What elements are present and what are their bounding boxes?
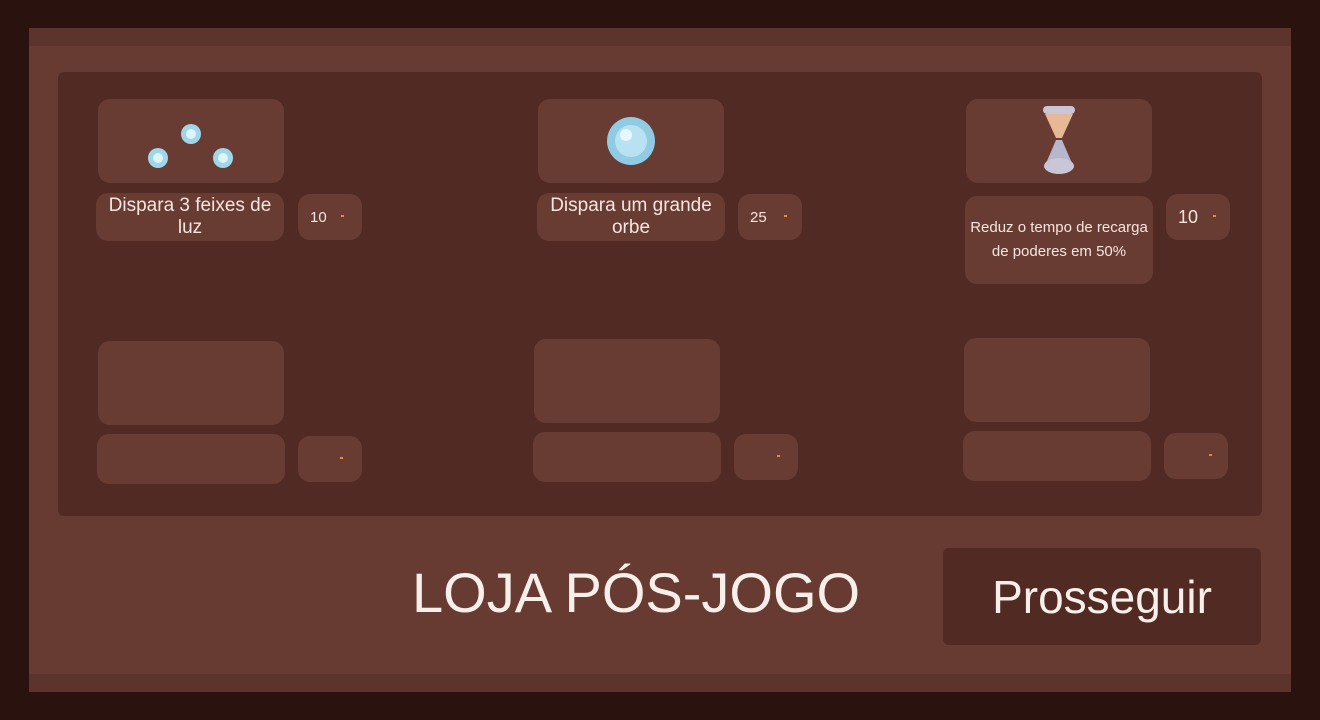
item-5-description-card — [533, 432, 721, 482]
item-6-buy-button[interactable] — [1164, 433, 1228, 479]
item-3-description: Reduz o tempo de recarga de poderes em 5… — [970, 219, 1148, 260]
item-2-icon-card[interactable] — [538, 99, 724, 183]
item-6-icon-card[interactable] — [964, 338, 1150, 422]
continue-button-label: Prosseguir — [992, 570, 1212, 623]
item-3-description-card: Reduz o tempo de recarga de poderes em 5… — [965, 196, 1153, 284]
coin-icon — [777, 455, 780, 457]
coin-icon — [1213, 215, 1216, 217]
frame-bottom-band — [29, 674, 1291, 692]
item-1-price: 10 — [310, 208, 327, 226]
item-1-description: Dispara 3 feixes de luz — [108, 195, 272, 238]
three-orbs-icon — [148, 124, 233, 168]
coin-icon — [340, 457, 343, 459]
item-6-description-card — [963, 431, 1151, 481]
big-orb-icon — [607, 117, 655, 165]
item-3-buy-button[interactable]: 10 — [1166, 194, 1230, 240]
item-1-buy-button[interactable]: 10 — [298, 194, 362, 240]
item-4-icon-card[interactable] — [98, 341, 284, 425]
item-1-icon-card[interactable] — [98, 99, 284, 183]
hourglass-icon — [1043, 106, 1075, 174]
frame-top-band — [29, 28, 1291, 46]
item-4-description-card — [97, 434, 285, 484]
item-2-price: 25 — [750, 208, 767, 226]
item-4-buy-button[interactable] — [298, 436, 362, 482]
coin-icon — [1209, 454, 1212, 456]
item-5-icon-card[interactable] — [534, 339, 720, 423]
item-5-buy-button[interactable] — [734, 434, 798, 480]
continue-button[interactable]: Prosseguir — [943, 548, 1261, 645]
item-1-description-card: Dispara 3 feixes de luz — [96, 193, 284, 241]
coin-icon — [784, 215, 787, 217]
item-2-buy-button[interactable]: 25 — [738, 194, 802, 240]
item-3-price: 10 — [1178, 206, 1199, 227]
shop-title: LOJA PÓS-JOGO — [412, 561, 861, 624]
item-2-description-card: Dispara um grande orbe — [537, 193, 725, 241]
items-panel: Dispara 3 feixes de luz 10 Dispara um gr… — [58, 72, 1262, 516]
coin-icon — [341, 215, 344, 217]
item-2-description: Dispara um grande orbe — [550, 195, 712, 238]
item-3-icon-card[interactable] — [966, 99, 1152, 183]
